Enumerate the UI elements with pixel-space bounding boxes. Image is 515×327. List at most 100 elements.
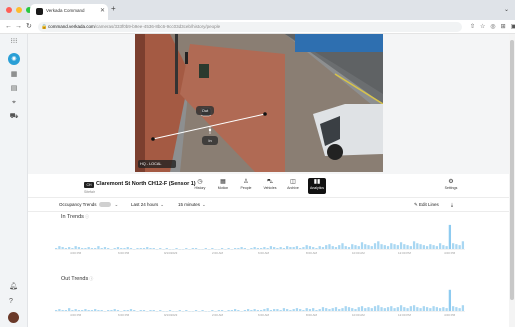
in-trends-bar[interactable] <box>263 247 266 249</box>
in-trends-bar[interactable] <box>165 248 168 249</box>
interval-select[interactable]: 15 minutes ⌄ <box>178 201 206 209</box>
in-trends-bar[interactable] <box>129 248 133 249</box>
out-trends-bar[interactable] <box>403 307 406 311</box>
out-trends-bar[interactable] <box>455 307 458 311</box>
in-trends-bar[interactable] <box>432 245 435 249</box>
out-trends-bar[interactable] <box>90 310 94 311</box>
out-trends-bar[interactable] <box>68 308 71 311</box>
out-trends-bar[interactable] <box>442 307 445 311</box>
extension-icon[interactable]: ◎ <box>490 23 495 31</box>
out-trends-bar[interactable] <box>305 308 308 311</box>
out-trends-bar[interactable] <box>295 308 299 311</box>
in-trends-bar[interactable] <box>185 248 188 249</box>
in-trends-bar[interactable] <box>412 241 416 249</box>
in-trends-bar[interactable] <box>211 248 214 249</box>
in-trends-bar[interactable] <box>116 247 120 249</box>
in-trends-bar[interactable] <box>204 248 207 249</box>
out-trends-bar[interactable] <box>266 308 269 311</box>
in-trends-bar[interactable] <box>237 248 240 249</box>
in-trends-bar[interactable] <box>383 245 386 249</box>
edit-lines-button[interactable]: ✎ Edit Lines <box>414 201 439 209</box>
in-trends-bar[interactable] <box>354 245 357 249</box>
out-trends-bar[interactable] <box>97 310 100 311</box>
back-arrow-icon[interactable]: ← <box>5 22 12 31</box>
in-trends-bar[interactable] <box>123 248 126 249</box>
in-trends-bar[interactable] <box>74 246 77 249</box>
in-trends-bar[interactable] <box>113 248 116 249</box>
settings-button[interactable]: ⚙ Settings <box>442 178 460 194</box>
in-trends-bar[interactable] <box>279 247 282 249</box>
in-trends-bar[interactable] <box>406 245 409 249</box>
in-trends-bar[interactable] <box>146 247 149 249</box>
in-trends-bar[interactable] <box>94 248 97 249</box>
in-trends-bar[interactable] <box>90 248 94 249</box>
in-trends-bar[interactable] <box>419 244 422 249</box>
in-trends-bar[interactable] <box>282 248 286 249</box>
out-trends-bar[interactable] <box>347 307 351 311</box>
in-trends-bar[interactable] <box>58 246 61 249</box>
out-trends-bar[interactable] <box>448 289 452 311</box>
in-trends-bar[interactable] <box>325 245 328 249</box>
tab-motion[interactable]: ▦ Motion <box>214 178 232 194</box>
in-trends-bar[interactable] <box>305 245 308 249</box>
out-trends-bar[interactable] <box>71 310 74 311</box>
camera-feed[interactable]: Out In HQ - LOCAL <box>135 34 383 172</box>
window-controls[interactable] <box>6 7 32 13</box>
out-trends-bar[interactable] <box>341 308 344 311</box>
in-trends-bar[interactable] <box>159 248 162 249</box>
help-icon[interactable]: ? <box>9 297 13 307</box>
in-trends-bar[interactable] <box>312 247 315 249</box>
out-trends-bar[interactable] <box>142 310 146 311</box>
in-trends-bar[interactable] <box>87 247 90 249</box>
out-trends-bar[interactable] <box>81 310 84 311</box>
out-trends-bar[interactable] <box>406 308 409 311</box>
in-trends-bar[interactable] <box>273 247 276 249</box>
in-trends-bar[interactable] <box>461 241 465 249</box>
out-trends-bar[interactable] <box>129 309 133 311</box>
out-trends-bar[interactable] <box>377 305 380 311</box>
out-trends-bar[interactable] <box>308 309 312 311</box>
out-trends-bar[interactable] <box>260 310 263 311</box>
out-trends-bar[interactable] <box>419 308 422 311</box>
in-trends-bar[interactable] <box>100 248 103 249</box>
in-trends-bar[interactable] <box>367 245 370 249</box>
tab-vehicles[interactable]: ⛍ Vehicles <box>261 178 279 194</box>
vehicles-icon[interactable]: ⛟ <box>9 112 19 122</box>
out-trends-bar[interactable] <box>168 310 172 311</box>
out-trends-bar[interactable] <box>334 307 338 311</box>
cameras-icon[interactable]: ▦ <box>9 70 19 80</box>
out-trends-bar[interactable] <box>230 310 233 311</box>
out-trends-bar[interactable] <box>451 306 455 311</box>
out-trends-bar[interactable] <box>425 307 429 311</box>
download-icon[interactable]: ⤓ <box>451 201 453 209</box>
in-trends-bar[interactable] <box>328 244 331 249</box>
out-trends-bar[interactable] <box>360 306 364 311</box>
out-trends-bar[interactable] <box>55 310 58 311</box>
out-trends-bar[interactable] <box>87 310 90 311</box>
in-trends-bar[interactable] <box>136 248 139 249</box>
out-trends-bar[interactable] <box>344 306 347 311</box>
out-trends-bar[interactable] <box>328 309 331 311</box>
out-trends-bar[interactable] <box>194 310 198 311</box>
out-trends-bar[interactable] <box>116 310 120 311</box>
out-trends-bar[interactable] <box>123 310 126 311</box>
out-trends-bar[interactable] <box>292 309 295 311</box>
in-trends-bar[interactable] <box>318 246 321 249</box>
in-trends-bar[interactable] <box>71 248 74 249</box>
out-trends-bar[interactable] <box>354 309 357 311</box>
in-trends-bar[interactable] <box>331 246 334 249</box>
out-trends-bar[interactable] <box>321 307 325 311</box>
out-trends-bar[interactable] <box>253 309 256 311</box>
in-trends-bar[interactable] <box>347 247 351 249</box>
out-trends-bar[interactable] <box>429 308 432 311</box>
out-trends-bar[interactable] <box>351 308 354 311</box>
in-trends-bar[interactable] <box>126 247 129 249</box>
in-trends-bar[interactable] <box>276 248 279 249</box>
out-trends-bar[interactable] <box>416 307 419 311</box>
user-avatar[interactable] <box>8 312 19 323</box>
forward-arrow-icon[interactable]: → <box>15 22 22 31</box>
out-trends-bar[interactable] <box>338 309 341 311</box>
share-icon[interactable]: ⇧ <box>470 23 475 31</box>
in-trends-bar[interactable] <box>308 246 312 249</box>
minimize-window-button[interactable] <box>16 7 22 13</box>
